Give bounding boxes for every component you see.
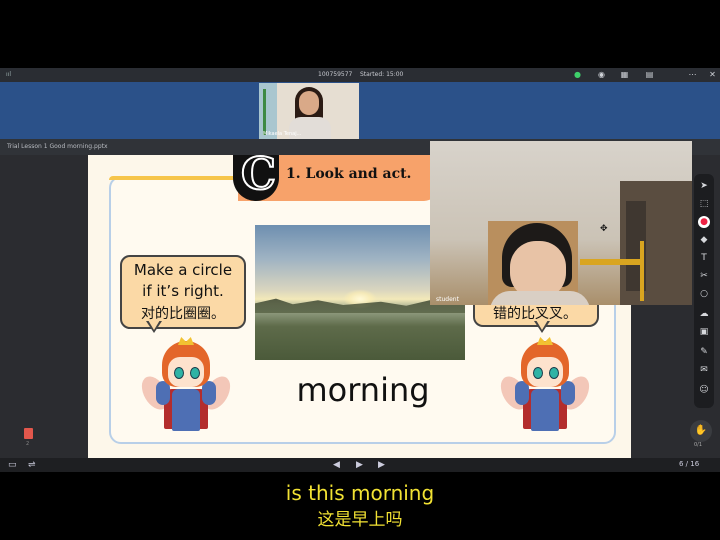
pen-color-icon[interactable]: ● (698, 216, 710, 228)
bubble-left-line2: if it’s right. (142, 282, 224, 300)
box-icon[interactable]: ▣ (698, 326, 710, 338)
section-letter: C (240, 155, 277, 201)
thumbnail-page: 2 (26, 441, 30, 447)
cursor-icon[interactable]: ➤ (698, 180, 710, 192)
camera-icon[interactable]: ◉ (597, 70, 606, 79)
text-icon[interactable]: T (698, 252, 710, 264)
prev-slide-button[interactable]: ◀ (333, 459, 340, 471)
layout-icon[interactable]: ▭ (8, 459, 17, 471)
subtitle-chinese: 这是早上吗 (317, 510, 403, 530)
shape-icon[interactable]: ○ (698, 288, 710, 300)
teacher-name: Mikaela Tenaj... (263, 131, 302, 137)
bubble-left-line3: 对的比圈圈。 (141, 306, 225, 322)
princess-character-left (136, 335, 236, 435)
page-counter: 6 / 16 (679, 460, 700, 468)
chat-icon[interactable]: ✉ (698, 364, 710, 376)
view-icon[interactable]: ▤ (645, 70, 654, 79)
mic-icon[interactable]: ● (573, 70, 582, 79)
file-name: Trial Lesson 1 Good morning.pptx (7, 143, 108, 150)
cloud-icon[interactable]: ☁ (698, 308, 710, 320)
slide-title: 1. Look and act. (286, 166, 412, 182)
meeting-id: 100759577 (318, 71, 353, 78)
bubble-left-line1: Make a circle (133, 261, 233, 279)
start-time: Started: 15:00 (360, 71, 404, 78)
grid-icon[interactable]: ▦ (620, 70, 629, 79)
bubble-right-text: 错的比叉叉。 (493, 306, 577, 322)
users-icon[interactable]: ☺ (698, 384, 710, 396)
student-name: student (436, 296, 459, 303)
raise-hand-count: 0/1 (694, 442, 703, 448)
settings-icon[interactable]: ⇌ (28, 459, 36, 471)
vocab-word: morning (296, 371, 430, 409)
scissors-icon[interactable]: ✂ (698, 270, 710, 282)
edit-icon[interactable]: ✎ (698, 346, 710, 358)
student-video[interactable]: student (430, 141, 692, 305)
move-cursor-icon: ✥ (600, 224, 608, 234)
close-icon[interactable]: ✕ (708, 70, 717, 79)
more-icon[interactable]: ⋯ (688, 70, 697, 79)
next-slide-button[interactable]: ▶ (378, 459, 385, 471)
eraser-icon[interactable]: ◆ (698, 234, 710, 246)
frame-accent (109, 176, 249, 180)
ppt-thumbnail-icon[interactable] (24, 428, 33, 439)
raise-hand-button[interactable]: ✋ 0/1 (690, 420, 712, 448)
hand-icon: ✋ (690, 420, 712, 442)
subtitle-english: is this morning (285, 481, 435, 505)
play-button[interactable]: ▶ (356, 459, 363, 471)
video-strip (0, 82, 720, 139)
teacher-video[interactable]: Mikaela Tenaj... (259, 83, 359, 139)
signal-icon: ııl (6, 71, 12, 78)
princess-character-right (495, 335, 595, 435)
top-toolbar: ııl 100759577 Started: 15:00 ● ◉ ▦ ▤ ⋯ ✕ (0, 68, 720, 82)
select-icon[interactable]: ⬚ (698, 198, 710, 210)
